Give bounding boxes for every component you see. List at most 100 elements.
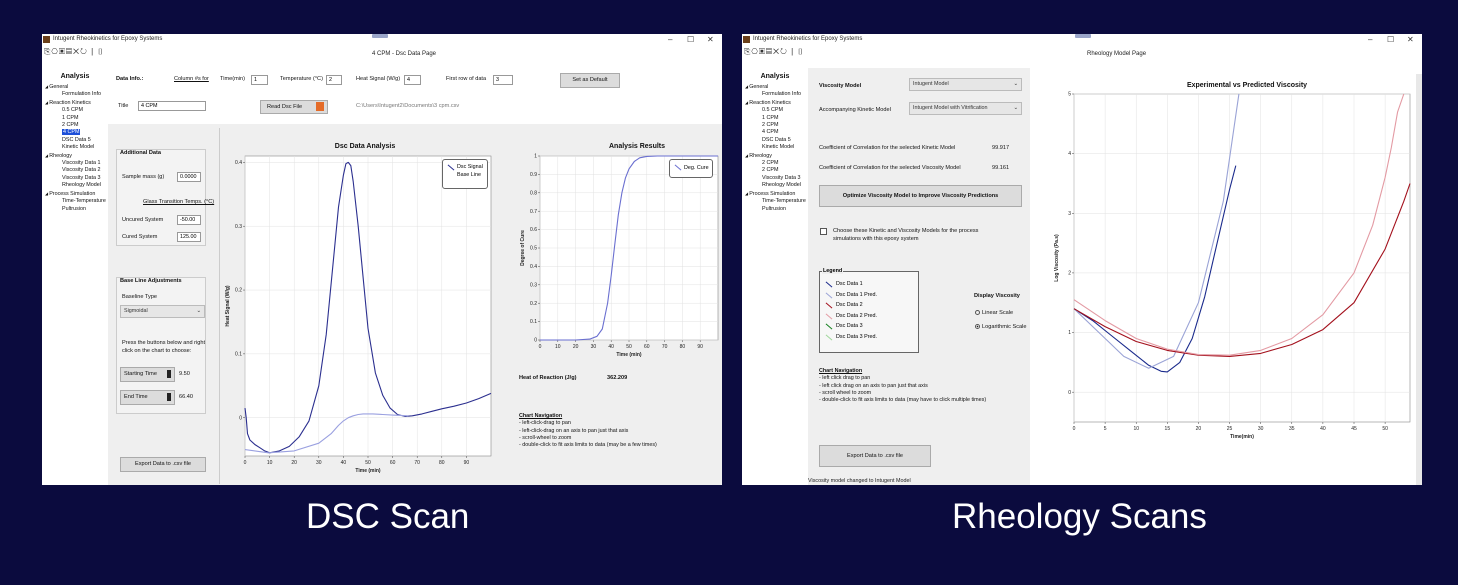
sample-mass-input[interactable]: 0.0000 [177,172,201,182]
viscosity-legend: Legend Dsc Data 1 Dsc Data 1 Pred. Dsc Dat… [819,268,919,353]
results-chart[interactable]: 0 10 20 30 40 50 60 70 80 90 0 0.1 0.2 0.3 0.4 0.5 0.6 0.… [512,150,722,368]
sidebar-item[interactable]: 0.5 CPM [42,107,108,114]
sidebar-item[interactable]: 4 CPM [42,129,108,136]
sidebar-item[interactable]: Kinetic Model [42,144,108,151]
end-time-button[interactable]: End Time [120,390,175,405]
sidebar-item[interactable]: ◢ Process Simulation [42,190,108,198]
first-row-input[interactable]: 3 [493,75,513,85]
uncured-input[interactable]: -50.00 [177,215,201,225]
sidebar-item[interactable]: Rheology Model [42,182,108,189]
sidebar-item[interactable]: Formulation Info [42,91,108,98]
linear-scale-option[interactable]: Linear Scale [975,310,1013,316]
legend-swatch [825,302,833,309]
chart-navigation-line: - scroll-wheel to zoom [519,434,572,441]
legend-swatch [674,164,682,171]
sidebar-item[interactable]: Viscosity Data 3 [42,175,108,182]
sidebar-item[interactable]: ◢ General [742,83,808,91]
dsc-chart[interactable]: 0 10 20 30 40 50 60 70 80 90 0 0.1 0.2 0.3 0.4 Time (mi… [225,150,495,480]
set-default-button[interactable]: Set as Default [560,73,620,88]
title-input[interactable]: 4 CPM [138,101,206,111]
maximize-button[interactable]: ☐ [1387,34,1394,45]
sidebar-item[interactable]: DSC Data 5 [42,137,108,144]
y-tick-label: 0.4 [530,264,537,270]
sidebar-item[interactable]: ◢ Rheology [42,152,108,160]
sidebar-item[interactable]: Rheology Model [742,182,808,189]
refresh-icon[interactable]: ↻ [80,47,88,56]
viscosity-chart-title: Experimental vs Predicted Viscosity [1186,82,1308,89]
close-button[interactable]: ✕ [1407,34,1414,45]
maximize-button[interactable]: ☐ [687,34,694,45]
optimize-viscosity-button[interactable]: Optimize Viscosity Model to Improve Visc… [819,185,1022,207]
sidebar-item[interactable]: ◢ Rheology [742,152,808,160]
x-tick-label: 0 [1073,426,1076,432]
sidebar-item[interactable]: Viscosity Data 1 [42,160,108,167]
sidebar-item[interactable]: ◢ General [42,83,108,91]
sidebar-item[interactable]: 2 CPM [742,122,808,129]
sidebar-item[interactable]: ◢ Reaction Kinetics [742,99,808,107]
choose-models-line-2: simulations with this epoxy system [833,236,919,242]
viscosity-model-select[interactable]: Intugent Model ⌄ [909,78,1022,91]
cured-input[interactable]: 125.00 [177,232,201,242]
save-icon[interactable]: ▣ [59,47,66,56]
sidebar-item[interactable]: Viscosity Data 3 [742,175,808,182]
sidebar-item-label: Kinetic Model [62,144,95,151]
sidebar-item[interactable]: Pultrusion [742,206,808,213]
save-as-icon[interactable]: ▤ [766,47,773,56]
kinetic-model-select[interactable]: Intugent Model with Vitrification ⌄ [909,102,1022,115]
y-tick-label: 2 [1068,271,1071,277]
sidebar-item[interactable]: DSC Data 5 [742,137,808,144]
temp-column-input[interactable]: 2 [326,75,342,85]
time-column-input[interactable]: 1 [251,75,268,85]
help-icon[interactable]: ▯ [797,47,804,56]
sidebar-item[interactable]: 4 CPM [742,129,808,136]
sidebar-item[interactable]: Formulation Info [742,91,808,98]
sidebar-item-label: 4 CPM [62,129,81,136]
help-icon[interactable]: ▯ [97,47,104,56]
sample-mass-label: Sample mass (g) [122,174,165,180]
y-tick-label: 0.2 [530,301,537,307]
save-icon[interactable]: ▣ [759,47,766,56]
x-tick-label: 60 [644,344,650,350]
minimize-button[interactable]: – [1368,34,1372,45]
y-tick-label: 5 [1068,92,1071,98]
export-csv-button[interactable]: Export Data to .csv file [120,457,206,472]
choose-models-checkbox[interactable] [820,228,827,235]
open-icon[interactable]: ⎔ [51,47,58,56]
minimize-button[interactable]: – [668,34,672,45]
dsc-chart-legend: Dsc Signal Base Line [442,159,488,189]
baseline-type-select[interactable]: Sigmoidal ⌄ [120,305,205,318]
sidebar-item[interactable]: 2 CPM [742,160,808,167]
sidebar-item[interactable]: 2 CPM [42,122,108,129]
sidebar-item[interactable]: Viscosity Data 2 [42,167,108,174]
sidebar-item[interactable]: ◢ Reaction Kinetics [42,99,108,107]
sidebar-item[interactable]: 0.5 CPM [742,107,808,114]
glass-temps-label: Glass Transition Temps. (°C) [143,199,215,205]
sidebar-item[interactable]: Kinetic Model [742,144,808,151]
analysis-sidebar: Analysis ◢ General Formulation Info ◢ Reac… [42,58,108,485]
column-label: Column #s for [174,76,209,82]
sidebar-item[interactable]: 1 CPM [42,115,108,122]
save-as-icon[interactable]: ▤ [66,47,73,56]
sidebar-item[interactable]: Time-Temperature [742,198,808,205]
sidebar-item[interactable]: 2 CPM [742,167,808,174]
log-scale-option[interactable]: Logarithmic Scale [975,324,1026,330]
x-tick-label: 90 [464,460,470,466]
export-csv-button[interactable]: Export Data to .csv file [819,445,931,467]
heat-column-input[interactable]: 4 [404,75,421,85]
viscosity-chart[interactable]: 0 5 10 15 20 25 30 35 40 45 50012345Time(min)Log V… [1052,90,1416,446]
log-scale-radio[interactable] [975,324,980,330]
starting-time-button[interactable]: Starting Time [120,367,175,382]
choose-models-line-1: Choose these Kinetic and Viscosity Model… [833,228,979,234]
y-axis-label: Log Viscosity (Pa.s) [1054,234,1060,282]
sidebar-item[interactable]: Pultrusion [42,206,108,213]
refresh-icon[interactable]: ↻ [780,47,788,56]
close-button[interactable]: ✕ [707,34,714,45]
linear-scale-radio[interactable] [975,310,980,316]
sidebar-item[interactable]: ◢ Process Simulation [742,190,808,198]
y-tick-label: 0 [239,415,242,421]
read-dsc-file-button[interactable]: Read Dsc File [260,100,328,114]
open-icon[interactable]: ⎔ [751,47,758,56]
sidebar-item[interactable]: Time-Temperature [42,198,108,205]
sidebar-item[interactable]: 1 CPM [742,115,808,122]
vertical-scrollbar[interactable] [1416,74,1422,485]
